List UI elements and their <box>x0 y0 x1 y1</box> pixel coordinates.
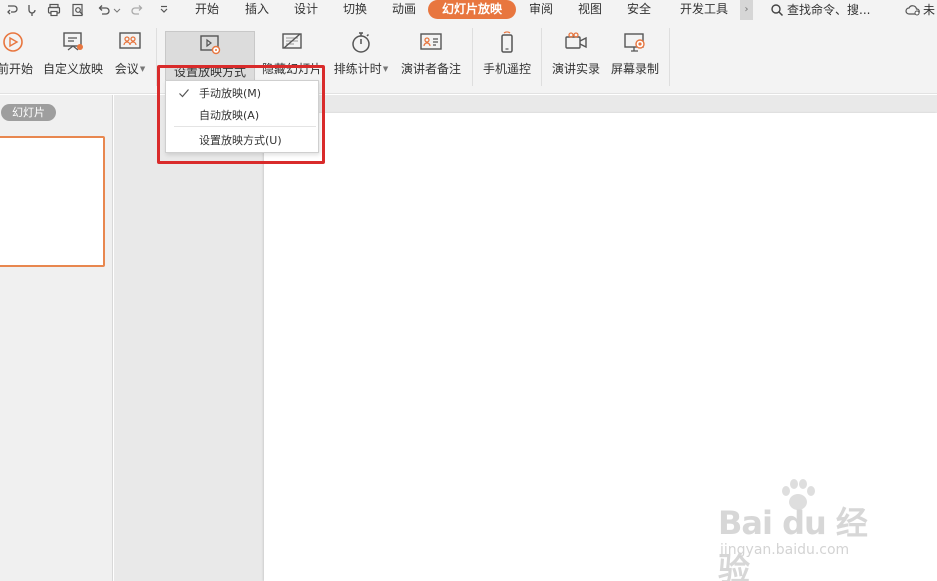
menu-item-auto-show[interactable]: 自动放映(A) <box>166 105 318 125</box>
rehearse-timing-label: 排练计时 <box>333 62 382 76</box>
hide-slide-icon <box>279 29 305 55</box>
manual-show-label: 手动放映(M) <box>199 87 262 100</box>
tab-start[interactable]: 开始 <box>190 0 224 20</box>
command-search[interactable]: 查找命令、搜... <box>770 0 870 20</box>
phone-remote-label: 手机遥控 <box>482 62 531 76</box>
ribbon-toolbar: 前开始 自定义放映 会议▼ 设置放映方式 隐藏幻灯片 排练计时▼ 演讲者备注 手… <box>0 20 937 94</box>
ribbon-divider <box>669 28 670 86</box>
video-camera-icon <box>563 29 589 55</box>
set-show-mode-icon <box>197 32 223 58</box>
phone-remote-button[interactable]: 手机遥控 <box>480 29 534 85</box>
meeting-dropdown-icon: ▼ <box>139 65 146 73</box>
show-mode-dropdown-menu: 手动放映(M) 自动放映(A) 设置放映方式(U) <box>165 80 319 153</box>
checkmark-icon <box>179 89 189 98</box>
tab-view[interactable]: 视图 <box>573 0 607 20</box>
slides-tab[interactable]: 幻灯片 <box>1 104 56 121</box>
show-settings-label: 设置放映方式(U) <box>199 134 282 147</box>
meeting-label: 会议 <box>114 62 139 76</box>
record-live-label: 演讲实录 <box>551 62 600 76</box>
tab-design[interactable]: 设计 <box>289 0 323 20</box>
custom-show-icon <box>60 29 86 55</box>
set-show-mode-label: 设置放映方式 <box>173 65 246 79</box>
customize-toolbar-icon[interactable] <box>156 2 172 18</box>
custom-show-button[interactable]: 自定义放映 <box>42 29 104 85</box>
baidu-watermark: Bai du 经验 jingyan.baidu.com <box>716 478 896 581</box>
rehearse-dropdown-icon: ▼ <box>382 65 389 73</box>
hide-slide-label: 隐藏幻灯片 <box>261 62 322 76</box>
from-current-button[interactable]: 前开始 <box>0 29 36 85</box>
menu-item-show-settings[interactable]: 设置放映方式(U) <box>166 130 318 150</box>
tabs-more-button[interactable]: › <box>740 0 753 20</box>
phone-remote-icon <box>494 29 520 55</box>
presenter-notes-button[interactable]: 演讲者备注 <box>398 29 464 85</box>
watermark-url: jingyan.baidu.com <box>720 542 850 558</box>
meeting-label-wrap: 会议▼ <box>115 60 145 77</box>
redo-shape-icon[interactable] <box>4 2 20 18</box>
slide-thumbnail-pane: 幻灯片 <box>0 95 113 581</box>
rehearse-timing-button[interactable]: 排练计时▼ <box>330 29 392 85</box>
from-current-label: 前开始 <box>0 62 33 76</box>
menu-item-manual-show[interactable]: 手动放映(M) <box>166 83 318 103</box>
screen-record-icon <box>622 29 648 55</box>
cloud-sync-status[interactable]: 未 <box>905 0 935 20</box>
tab-security[interactable]: 安全 <box>622 0 656 20</box>
ribbon-divider <box>156 28 157 86</box>
tab-slideshow[interactable]: 幻灯片放映 <box>428 0 516 19</box>
screen-record-label: 屏幕录制 <box>610 62 659 76</box>
rehearse-label-wrap: 排练计时▼ <box>334 60 388 77</box>
custom-show-label: 自定义放映 <box>42 62 103 76</box>
play-circle-icon <box>2 29 28 55</box>
cloud-icon <box>905 5 920 16</box>
tab-review[interactable]: 审阅 <box>524 0 558 20</box>
presenter-notes-label: 演讲者备注 <box>400 62 461 76</box>
presenter-notes-icon <box>418 29 444 55</box>
ribbon-divider <box>472 28 473 86</box>
search-label: 查找命令、搜... <box>787 2 871 17</box>
format-painter-icon[interactable] <box>24 2 40 18</box>
cloud-label: 未 <box>923 2 936 17</box>
set-show-mode-button[interactable]: 设置放映方式 <box>165 31 255 85</box>
hide-slide-button[interactable]: 隐藏幻灯片 <box>259 29 325 85</box>
tab-animation[interactable]: 动画 <box>387 0 421 20</box>
auto-show-label: 自动放映(A) <box>199 109 260 122</box>
record-live-button[interactable]: 演讲实录 <box>549 29 603 85</box>
redo-icon[interactable] <box>129 2 145 18</box>
meeting-icon <box>117 29 143 55</box>
undo-dropdown-icon[interactable] <box>112 2 122 18</box>
meeting-button[interactable]: 会议▼ <box>111 29 149 85</box>
ribbon-divider <box>541 28 542 86</box>
tab-insert[interactable]: 插入 <box>240 0 274 20</box>
print-preview-icon[interactable] <box>70 2 86 18</box>
menu-tab-bar: 开始 插入 设计 切换 动画 幻灯片放映 审阅 视图 安全 开发工具 › 查找命… <box>0 0 937 20</box>
search-icon <box>771 4 784 17</box>
slide-thumbnail[interactable] <box>0 136 105 267</box>
menu-divider <box>174 126 316 127</box>
screen-record-button[interactable]: 屏幕录制 <box>608 29 662 85</box>
tab-transition[interactable]: 切换 <box>338 0 372 20</box>
watermark-logo: Bai du 经验 <box>718 504 868 581</box>
undo-icon[interactable] <box>96 2 112 18</box>
stopwatch-icon <box>348 29 374 55</box>
print-icon[interactable] <box>46 2 62 18</box>
tab-developer[interactable]: 开发工具 <box>674 0 734 20</box>
